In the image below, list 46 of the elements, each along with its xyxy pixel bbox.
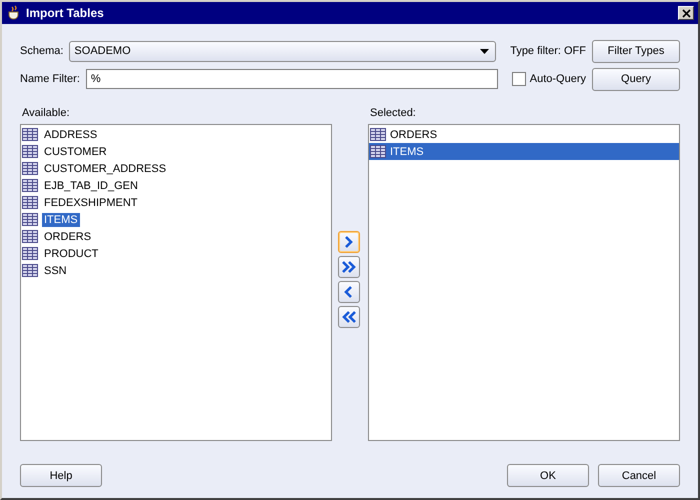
table-item[interactable]: FEDEXSHIPMENT xyxy=(42,196,140,210)
schema-dropdown[interactable]: SOADEMO xyxy=(69,40,496,62)
table-icon xyxy=(370,145,386,158)
name-filter-field[interactable]: % xyxy=(86,69,498,89)
available-label: Available: xyxy=(22,107,70,119)
auto-query-label: Auto-Query xyxy=(530,73,586,85)
table-icon xyxy=(22,162,38,175)
table-item[interactable]: ADDRESS xyxy=(42,128,100,142)
add-button[interactable] xyxy=(338,230,360,252)
table-icon xyxy=(22,213,38,226)
table-icon xyxy=(22,247,38,260)
help-button[interactable]: Help xyxy=(20,464,102,487)
table-item[interactable]: PRODUCT xyxy=(42,246,100,260)
window-title: Import Tables xyxy=(26,6,105,20)
table-icon xyxy=(22,264,38,277)
table-item[interactable]: SSN xyxy=(42,264,69,278)
selected-label: Selected: xyxy=(370,107,417,119)
remove-all-button[interactable] xyxy=(338,306,360,328)
filter-types-button[interactable]: Filter Types xyxy=(592,40,680,62)
selected-list[interactable]: ORDERS ITEMS xyxy=(368,124,680,441)
table-icon xyxy=(22,230,38,243)
schema-label: Schema: xyxy=(20,45,64,57)
available-list[interactable]: ADDRESS CUSTOMER CUSTOMER_ADDRESS EJB_TAB_ID_GEN FEDEXSHIPMENT ITEMS ORDERS PRODUCT SSN xyxy=(20,124,332,441)
ok-button[interactable]: OK xyxy=(507,464,589,487)
table-item[interactable]: ORDERS xyxy=(369,126,679,143)
close-icon xyxy=(682,8,690,18)
table-item[interactable]: ORDERS xyxy=(42,230,94,244)
table-item[interactable]: ITEMS xyxy=(42,212,80,226)
query-button[interactable]: Query xyxy=(592,68,680,90)
remove-button[interactable] xyxy=(338,280,360,302)
cancel-button[interactable]: Cancel xyxy=(598,464,680,487)
type-filter-label: Type filter: OFF xyxy=(510,45,586,57)
caret-icon xyxy=(480,48,490,54)
auto-query-checkbox[interactable] xyxy=(512,72,526,86)
table-item[interactable]: CUSTOMER xyxy=(42,144,109,158)
add-all-button[interactable] xyxy=(338,256,360,278)
table-icon xyxy=(22,196,38,209)
table-icon xyxy=(22,145,38,158)
close-button[interactable] xyxy=(678,6,694,20)
table-item[interactable]: CUSTOMER_ADDRESS xyxy=(42,162,168,176)
table-item[interactable]: ITEMS xyxy=(369,143,679,160)
table-item[interactable]: EJB_TAB_ID_GEN xyxy=(42,178,140,192)
table-icon xyxy=(22,128,38,141)
table-icon xyxy=(370,128,386,141)
table-icon xyxy=(22,179,38,192)
name-filter-label: Name Filter: xyxy=(20,73,80,85)
